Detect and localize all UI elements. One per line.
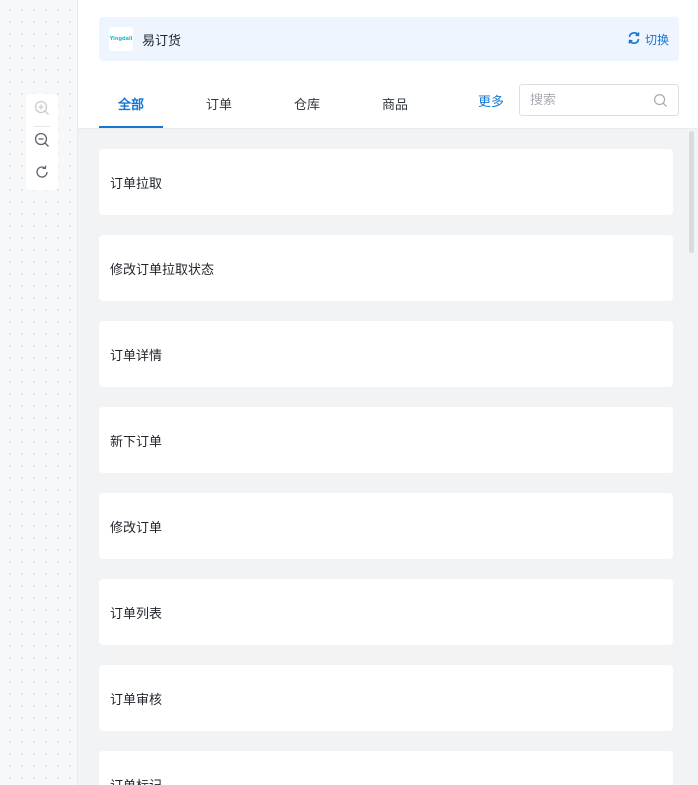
app-logo: Yingdall bbox=[109, 27, 133, 51]
list-item[interactable]: 订单标记 bbox=[99, 751, 673, 785]
list-item[interactable]: 修改订单 bbox=[99, 493, 673, 559]
list-item[interactable]: 订单审核 bbox=[99, 665, 673, 731]
category-tabs: 全部 订单 仓库 商品 更多 bbox=[99, 78, 679, 130]
reset-view-button[interactable] bbox=[26, 158, 58, 190]
list-scrollbar[interactable] bbox=[689, 131, 694, 253]
app-header: Yingdall 易订货 切换 bbox=[99, 17, 679, 61]
switch-icon bbox=[627, 31, 641, 48]
app-name: 易订货 bbox=[142, 33, 182, 49]
switch-label: 切换 bbox=[644, 32, 669, 47]
api-panel: Yingdall 易订货 切换 全部 订单 仓库 商品 更多 订单拉取 修改订单… bbox=[77, 0, 698, 785]
zoom-in-button[interactable] bbox=[26, 94, 58, 126]
list-item[interactable]: 订单拉取 bbox=[99, 149, 673, 215]
search-box[interactable] bbox=[519, 84, 679, 116]
search-icon[interactable] bbox=[653, 93, 668, 108]
reset-icon bbox=[34, 164, 50, 184]
app-logo-text: Yingdall bbox=[109, 36, 133, 42]
list-item[interactable]: 订单详情 bbox=[99, 321, 673, 387]
zoom-out-icon bbox=[34, 132, 50, 152]
tab-orders[interactable]: 订单 bbox=[187, 78, 251, 129]
zoom-in-icon bbox=[34, 100, 50, 120]
flow-canvas[interactable] bbox=[0, 0, 77, 785]
zoom-toolbar bbox=[26, 94, 58, 190]
tab-products[interactable]: 商品 bbox=[363, 78, 427, 129]
search-input[interactable] bbox=[530, 92, 630, 108]
switch-app-button[interactable]: 切换 bbox=[627, 31, 669, 48]
tab-warehouse[interactable]: 仓库 bbox=[275, 78, 339, 129]
list-item[interactable]: 订单列表 bbox=[99, 579, 673, 645]
list-item[interactable]: 新下订单 bbox=[99, 407, 673, 473]
api-list[interactable]: 订单拉取 修改订单拉取状态 订单详情 新下订单 修改订单 订单列表 订单审核 订… bbox=[78, 128, 698, 785]
tab-all[interactable]: 全部 bbox=[99, 78, 163, 129]
zoom-out-button[interactable] bbox=[26, 127, 58, 159]
list-item[interactable]: 修改订单拉取状态 bbox=[99, 235, 673, 301]
more-tabs-link[interactable]: 更多 bbox=[478, 78, 504, 122]
